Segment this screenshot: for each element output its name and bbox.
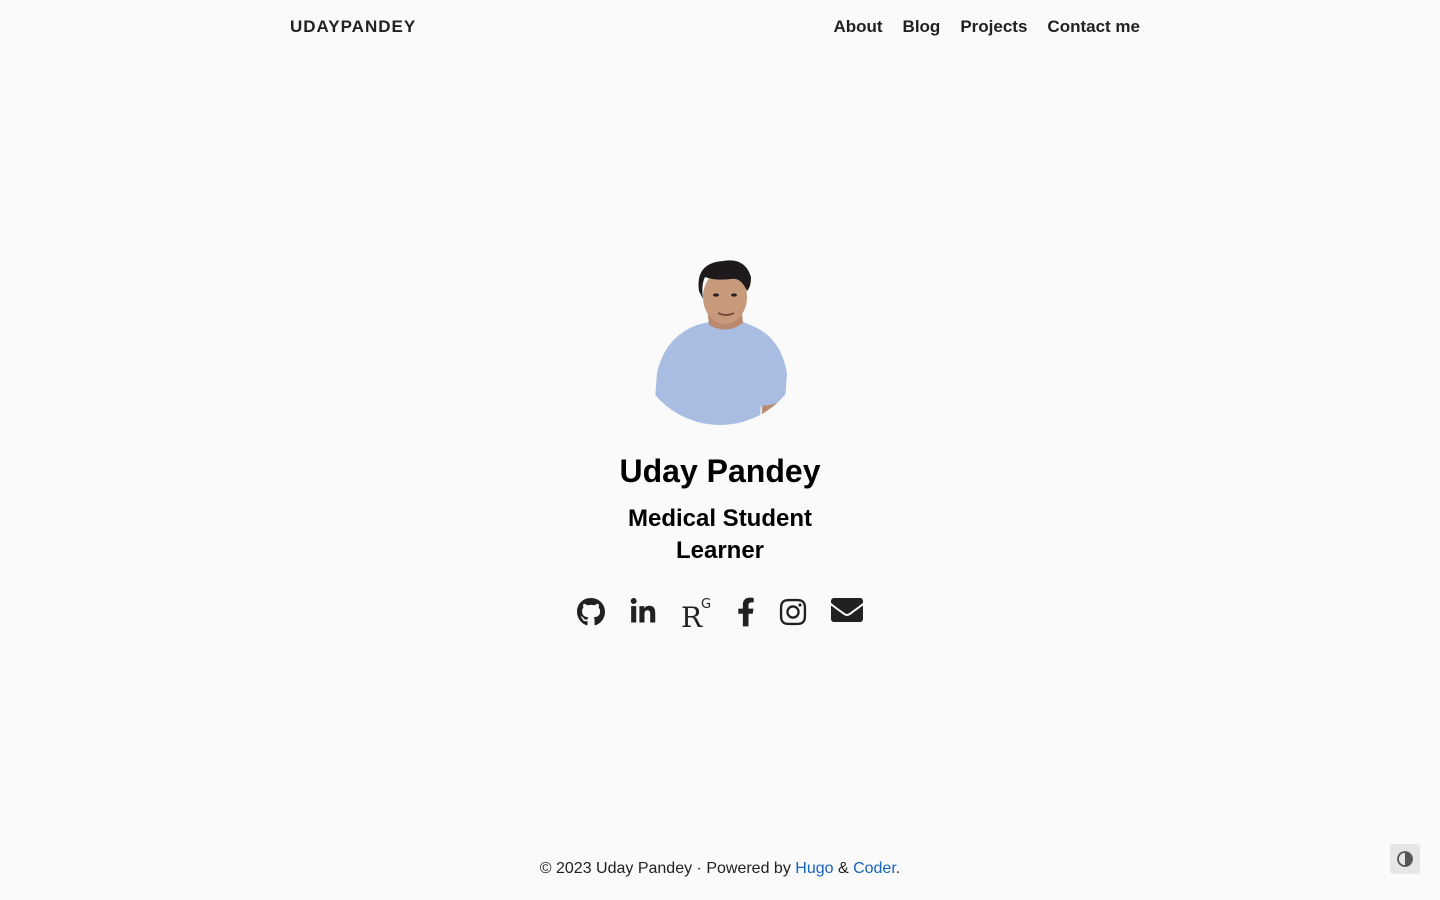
github-link[interactable] bbox=[577, 597, 605, 627]
footer-hugo-link[interactable]: Hugo bbox=[795, 860, 833, 877]
page: UDAYPANDEY About Blog Projects Contact m… bbox=[0, 0, 1440, 900]
footer-separator: & bbox=[833, 860, 854, 877]
contrast-icon bbox=[1397, 851, 1413, 867]
tagline-line-1: Medical Student bbox=[627, 505, 813, 532]
nav-item-contact: Contact me bbox=[1047, 17, 1140, 37]
social-item-github bbox=[577, 597, 605, 627]
footer-copyright: © 2023 Uday Pandey · Powered by bbox=[539, 860, 796, 877]
footer: © 2023 Uday Pandey · Powered by Hugo & C… bbox=[0, 858, 1440, 880]
social-item-linkedin bbox=[629, 598, 657, 626]
nav-menu: About Blog Projects Contact me bbox=[833, 17, 1140, 37]
theme-toggle-button[interactable] bbox=[1390, 844, 1420, 874]
nav-link-about[interactable]: About bbox=[833, 17, 882, 36]
facebook-link[interactable] bbox=[737, 596, 755, 628]
nav-link-blog[interactable]: Blog bbox=[903, 17, 941, 36]
email-icon bbox=[831, 598, 863, 622]
instagram-link[interactable] bbox=[779, 597, 807, 627]
profile-tagline: Medical Student Learner bbox=[628, 503, 812, 567]
footer-end: . bbox=[895, 860, 901, 877]
researchgate-link[interactable]: R G bbox=[681, 595, 713, 629]
instagram-icon bbox=[779, 598, 807, 626]
navbar: UDAYPANDEY About Blog Projects Contact m… bbox=[290, 0, 1140, 54]
nav-item-projects: Projects bbox=[960, 17, 1027, 37]
social-item-instagram bbox=[779, 597, 807, 627]
hero: Uday Pandey Medical Student Learner R G bbox=[0, 255, 1440, 645]
social-item-email bbox=[831, 598, 863, 626]
svg-text:G: G bbox=[701, 597, 711, 612]
linkedin-icon bbox=[630, 598, 656, 623]
social-item-researchgate: R G bbox=[681, 595, 713, 629]
email-link[interactable] bbox=[831, 598, 863, 626]
social-links: R G bbox=[577, 595, 863, 629]
profile-name: Uday Pandey bbox=[619, 453, 821, 489]
nav-link-projects[interactable]: Projects bbox=[960, 17, 1027, 36]
facebook-icon bbox=[738, 597, 754, 627]
linkedin-link[interactable] bbox=[629, 598, 657, 626]
site-brand[interactable]: UDAYPANDEY bbox=[290, 17, 416, 37]
svg-text:R: R bbox=[681, 601, 703, 629]
researchgate-icon: R G bbox=[681, 597, 711, 629]
avatar-photo bbox=[635, 255, 805, 425]
tagline-line-2: Learner bbox=[675, 537, 765, 564]
footer-coder-link[interactable]: Coder bbox=[853, 860, 896, 877]
avatar bbox=[635, 255, 805, 425]
social-item-facebook bbox=[737, 596, 755, 628]
nav-link-contact[interactable]: Contact me bbox=[1047, 17, 1140, 36]
github-icon bbox=[577, 598, 605, 626]
nav-item-blog: Blog bbox=[903, 17, 941, 37]
nav-item-about: About bbox=[833, 17, 882, 37]
